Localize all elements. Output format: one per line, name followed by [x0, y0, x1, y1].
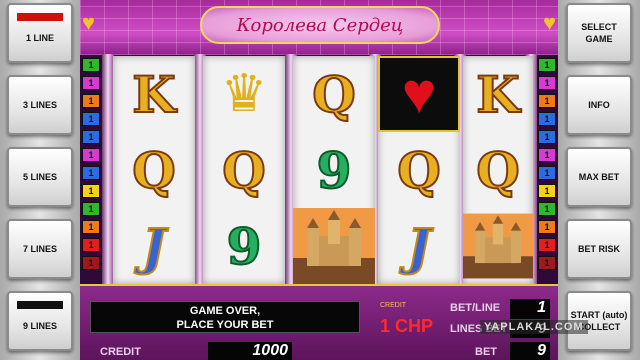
reel-3: Q 9	[293, 56, 375, 284]
symbol-j: J	[141, 216, 167, 277]
info-button[interactable]: INFO	[566, 75, 632, 135]
symbol-k: K	[475, 64, 520, 125]
reel-4: ♥ Q J	[378, 56, 460, 284]
reel-1: K Q J	[113, 56, 195, 284]
line-indicator: 1	[538, 220, 556, 234]
line-indicator: 1	[538, 112, 556, 126]
max-bet-label: MAX BET	[578, 172, 620, 182]
credit-denomination: 1 CHP	[380, 316, 434, 336]
symbol-k: K	[131, 64, 176, 125]
symbol-9: 9	[316, 140, 353, 201]
credit-label: CREDIT	[100, 346, 141, 358]
slot-machine: ♥ ♥ Королева Сердец 1 1 1 1 1 1 1 1 1 1 …	[80, 0, 558, 360]
bet-line-label: BET/LINE	[450, 302, 501, 314]
lines-9-button[interactable]: 9 LINES	[7, 291, 73, 351]
symbol-q: Q	[396, 140, 442, 201]
symbol-q: Q	[131, 140, 177, 201]
game-title: Королева Сердец	[236, 14, 404, 36]
line-indicator: 1	[82, 238, 100, 252]
line-indicator: 1	[538, 76, 556, 90]
castle-icon	[463, 208, 533, 284]
lines-5-label: 5 LINES	[22, 172, 57, 182]
lines-7-button[interactable]: 7 LINES	[7, 219, 73, 279]
line-indicator: 1	[538, 202, 556, 216]
castle-icon	[293, 208, 375, 284]
bet-value: 9	[510, 342, 550, 360]
left-button-panel: 1 LINE 3 LINES 5 LINES 7 LINES 9 LINES	[0, 0, 80, 360]
line-indicator: 1	[538, 94, 556, 108]
line-indicator: 1	[82, 94, 100, 108]
gold-heart-icon: ♥	[542, 10, 556, 35]
line-numbers-left: 1 1 1 1 1 1 1 1 1 1 1 1	[82, 58, 102, 274]
credit-amount: 1000	[208, 342, 292, 360]
reel-2: ♛ Q 9	[203, 56, 285, 284]
line-indicator: 1	[82, 256, 100, 270]
symbol-9: 9	[226, 216, 263, 277]
header-area: ♥ ♥ Королева Сердец	[80, 0, 558, 55]
line-indicator: 1	[538, 256, 556, 270]
bet-line-value: 1	[510, 299, 550, 319]
line-indicator: 1	[82, 220, 100, 234]
game-message: GAME OVER, PLACE YOUR BET	[90, 301, 360, 333]
line-indicator: 1	[82, 76, 100, 90]
line-indicator: 1	[538, 238, 556, 252]
line-indicator: 1	[82, 184, 100, 198]
symbol-q: Q	[475, 140, 521, 201]
bet-risk-button[interactable]: BET RISK	[566, 219, 632, 279]
line-indicator: 1	[82, 58, 100, 72]
line-indicator: 1	[538, 148, 556, 162]
info-label: INFO	[588, 100, 610, 110]
line-indicator: 1	[82, 202, 100, 216]
line-indicator: 1	[538, 166, 556, 180]
line-indicator: 1	[82, 166, 100, 180]
lines-3-button[interactable]: 3 LINES	[7, 75, 73, 135]
line-indicator: 1	[538, 184, 556, 198]
reel-5: K Q	[463, 56, 533, 284]
lines-5-button[interactable]: 5 LINES	[7, 147, 73, 207]
crown-icon: ♛	[220, 65, 268, 123]
line-indicator: 1	[538, 130, 556, 144]
max-bet-button[interactable]: MAX BET	[566, 147, 632, 207]
symbol-q: Q	[221, 140, 267, 201]
bet-label: BET	[475, 346, 497, 358]
line-indicator: 1	[82, 112, 100, 126]
message-line-1: GAME OVER,	[189, 305, 261, 317]
lamp-indicator	[17, 301, 63, 309]
symbol-q: Q	[311, 64, 357, 125]
title-banner: Королева Сердец	[200, 6, 440, 44]
right-button-panel: SELECT GAME INFO MAX BET BET RISK START …	[558, 0, 640, 360]
message-line-2: PLACE YOUR BET	[176, 319, 274, 331]
select-game-label: SELECT GAME	[581, 22, 617, 44]
heart-icon: ♥	[378, 56, 460, 132]
gold-heart-icon: ♥	[82, 10, 96, 35]
lines-9-label: 9 LINES	[22, 321, 57, 331]
symbol-j: J	[406, 216, 432, 277]
lines-7-label: 7 LINES	[22, 244, 57, 254]
credit-small-label: CREDIT	[380, 302, 407, 309]
line-numbers-right: 1 1 1 1 1 1 1 1 1 1 1 1	[538, 58, 558, 274]
watermark: YAPLAKAL.COM	[480, 320, 588, 334]
lines-3-label: 3 LINES	[22, 100, 57, 110]
bet-risk-label: BET RISK	[577, 244, 620, 254]
line-indicator: 1	[82, 130, 100, 144]
lines-1-label: 1 LINE	[25, 33, 54, 43]
lines-1-button[interactable]: 1 LINE	[7, 3, 73, 63]
line-indicator: 1	[538, 58, 556, 72]
selected-indicator	[17, 13, 63, 21]
select-game-button[interactable]: SELECT GAME	[566, 3, 632, 63]
line-indicator: 1	[82, 148, 100, 162]
